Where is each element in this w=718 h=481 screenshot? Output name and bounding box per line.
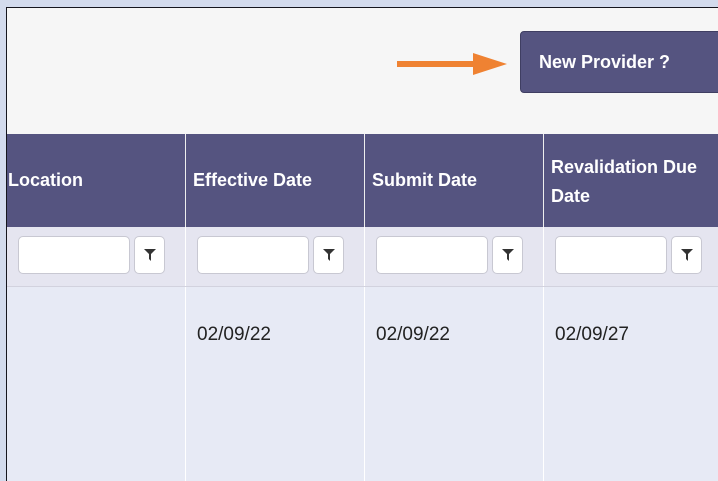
cell-effective-date: 02/09/22	[186, 287, 365, 481]
column-header-label: Submit Date	[372, 170, 478, 190]
filter-cell-revalidation-due-date	[544, 227, 718, 286]
filter-cell-location	[7, 227, 186, 286]
cell-location	[7, 287, 186, 481]
cell-revalidation-due-date: 02/09/27	[555, 324, 629, 345]
filter-funnel-icon	[322, 249, 335, 261]
filter-cell-submit-date	[365, 227, 544, 286]
column-header-label: Location	[8, 170, 83, 190]
column-header-effective-date[interactable]: Effective Date	[186, 134, 365, 227]
filter-funnel-icon	[143, 249, 156, 261]
filter-input-location[interactable]	[18, 236, 130, 274]
filter-button-effective-date[interactable]	[313, 236, 344, 274]
new-provider-button[interactable]: New Provider ?	[520, 31, 718, 93]
column-header-label: Revalidation Due Date	[551, 156, 698, 206]
table-row[interactable]: 02/09/22 02/09/22 02/09/27	[7, 287, 718, 481]
filter-funnel-icon	[501, 249, 514, 261]
column-header-submit-date[interactable]: Submit Date	[365, 134, 544, 227]
column-header-label: Effective Date	[193, 170, 313, 190]
filter-row	[7, 227, 718, 287]
filter-button-location[interactable]	[134, 236, 165, 274]
page-frame: New Provider ? Location Effective Date S…	[6, 7, 718, 481]
column-header-revalidation-due-date[interactable]: Revalidation Due Date	[544, 134, 718, 227]
toolbar: New Provider ?	[7, 8, 718, 134]
filter-input-revalidation-due-date[interactable]	[555, 236, 667, 274]
filter-cell-effective-date	[186, 227, 365, 286]
filter-funnel-icon	[680, 249, 693, 261]
cell-submit-date: 02/09/22	[365, 287, 544, 481]
filter-input-effective-date[interactable]	[197, 236, 309, 274]
filter-button-submit-date[interactable]	[492, 236, 523, 274]
column-header-location[interactable]: Location	[7, 134, 186, 227]
right-arrow-icon	[397, 53, 507, 75]
filter-input-submit-date[interactable]	[376, 236, 488, 274]
filter-button-revalidation-due-date[interactable]	[671, 236, 702, 274]
table-header-row: Location Effective Date Submit Date Reva…	[7, 134, 718, 227]
